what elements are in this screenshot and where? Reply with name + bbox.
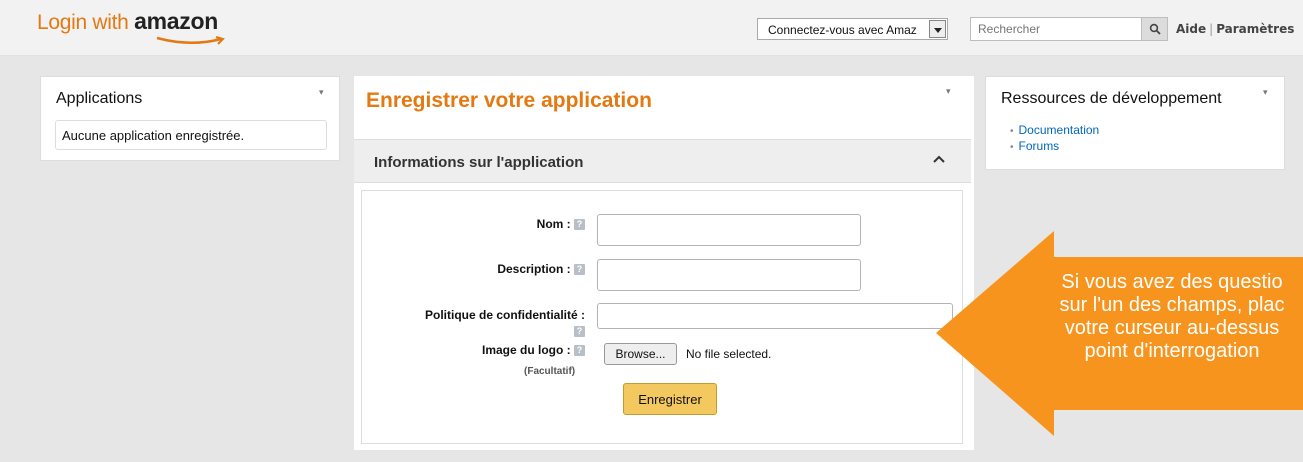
- description-field[interactable]: [597, 259, 861, 291]
- documentation-link[interactable]: Documentation: [1010, 123, 1100, 139]
- callout-line: votre curseur au-dessus: [1064, 317, 1280, 339]
- chevron-up-icon[interactable]: [933, 154, 945, 164]
- help-links: Aide | Paramètres: [1176, 22, 1294, 36]
- privacy-policy-field[interactable]: [597, 303, 953, 329]
- name-field[interactable]: [597, 214, 861, 246]
- description-input[interactable]: [598, 260, 860, 290]
- callout-line: sur l'un des champs, plac: [1059, 294, 1285, 316]
- privacy-policy-input[interactable]: [598, 304, 952, 328]
- search-button[interactable]: [1141, 17, 1168, 41]
- collapse-toggle-icon[interactable]: ▾: [946, 86, 951, 97]
- privacy-policy-label-text: Politique de confidentialité :: [424, 308, 585, 322]
- help-question-icon[interactable]: ?: [574, 219, 585, 231]
- application-form: Nom : ? Description : ? Politique de con…: [361, 190, 963, 444]
- name-label: Nom : ?: [458, 217, 585, 231]
- section-title: Informations sur l'application: [374, 154, 584, 171]
- page-title: Enregistrer votre application: [366, 89, 652, 112]
- collapse-toggle-icon[interactable]: ▾: [319, 87, 324, 98]
- description-label: Description : ?: [422, 262, 585, 276]
- callout-text: Si vous avez des questio sur l'un des ch…: [1012, 271, 1303, 363]
- dropdown-arrow-icon[interactable]: [929, 20, 946, 38]
- forums-link[interactable]: Forums: [1010, 139, 1099, 155]
- resources-list: Documentation Forums: [1010, 123, 1100, 155]
- callout-line: point d'interrogation: [1084, 340, 1260, 362]
- logo-image-label-text: Image du logo :: [481, 343, 571, 357]
- optional-label: (Facultatif): [524, 366, 576, 377]
- help-question-icon[interactable]: ?: [574, 264, 585, 276]
- help-question-icon[interactable]: ?: [574, 326, 585, 338]
- browse-button[interactable]: Browse...: [604, 343, 677, 365]
- description-label-text: Description :: [497, 262, 571, 276]
- name-input[interactable]: [598, 215, 860, 245]
- search-icon: [1149, 23, 1161, 35]
- login-with-amazon-logo[interactable]: Login with amazon: [37, 8, 225, 45]
- resources-title: Ressources de développement: [1001, 90, 1222, 107]
- collapse-toggle-icon[interactable]: ▾: [1263, 87, 1268, 98]
- help-tip-callout: Si vous avez des questio sur l'un des ch…: [936, 231, 1303, 436]
- search-input-wrapper[interactable]: [970, 17, 1141, 41]
- no-file-text: No file selected.: [686, 347, 772, 361]
- search-input[interactable]: [971, 18, 1141, 40]
- help-question-icon[interactable]: ?: [574, 345, 585, 357]
- callout-line: Si vous avez des questio: [1061, 271, 1283, 293]
- applications-empty-message: Aucune application enregistrée.: [55, 120, 327, 150]
- developer-resources-panel: Ressources de développement ▾ Documentat…: [985, 76, 1285, 170]
- settings-link[interactable]: Paramètres: [1216, 22, 1294, 36]
- applications-panel: Applications ▾ Aucune application enregi…: [40, 76, 340, 161]
- logo-prefix: Login with: [37, 11, 135, 34]
- link-separator: |: [1209, 22, 1214, 36]
- amazon-smile-icon: [156, 36, 225, 45]
- language-select-value: Connectez-vous avec Amaz: [768, 23, 917, 37]
- privacy-policy-label: Politique de confidentialité : ?: [376, 307, 585, 339]
- name-label-text: Nom :: [536, 217, 571, 231]
- logo-brand: amazon: [134, 8, 218, 34]
- top-navigation-bar: Login with amazon Connectez-vous avec Am…: [0, 0, 1303, 56]
- application-info-header[interactable]: Informations sur l'application: [354, 139, 971, 183]
- language-select[interactable]: Connectez-vous avec Amaz: [757, 18, 948, 40]
- logo-image-label: Image du logo : ?: [422, 343, 585, 357]
- help-link[interactable]: Aide: [1176, 22, 1206, 36]
- applications-title: Applications: [56, 90, 143, 107]
- register-application-panel: Enregistrer votre application ▾ Informat…: [354, 76, 974, 450]
- register-submit-button[interactable]: Enregistrer: [623, 383, 717, 415]
